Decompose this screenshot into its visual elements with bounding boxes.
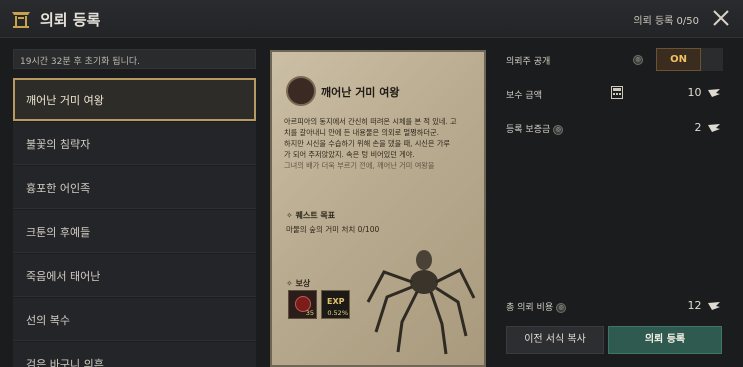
scroll-description: 아르피아의 동지에서 간신히 떠려온 시체를 본 적 있네. 고 치를 갈아내니…: [284, 116, 474, 171]
reward-exp-percent: 0.52%: [327, 309, 348, 317]
list-item[interactable]: 불꽃의 침략자: [13, 122, 256, 165]
register-request-button[interactable]: 의뢰 등록: [608, 326, 722, 354]
reset-timer-note: 19시간 32분 후 초기화 됩니다.: [13, 49, 256, 69]
spider-illustration-icon: [366, 250, 476, 355]
settings-panel: 의뢰주 공개 ◎ ON 보수 금액 10 등록 보증금 ◎ 2 총 의뢰 비용 ◎ …: [500, 44, 732, 367]
wing-currency-icon: [708, 89, 720, 97]
description-line: 가 되어 주저앉았지. 속은 텅 비어있던 게야.: [284, 150, 415, 159]
exp-icon: EXP: [327, 297, 345, 306]
deposit-label: 등록 보증금 ◎: [506, 122, 564, 135]
list-item[interactable]: 크툰의 후예들: [13, 210, 256, 253]
description-line: 하지만 시신을 수습하기 위해 손을 댔을 때, 시신은 가루: [284, 139, 451, 148]
coin-icon: ◎: [556, 302, 567, 313]
calculator-icon[interactable]: [611, 86, 623, 99]
quest-objective-heading: ✧ 퀘스트 목표: [286, 211, 336, 220]
reward-amount-value: 10: [688, 86, 720, 99]
list-item[interactable]: 선의 복수: [13, 298, 256, 341]
wing-currency-icon: [708, 302, 720, 310]
copy-previous-button[interactable]: 이전 서식 복사: [506, 326, 604, 354]
public-toggle[interactable]: ON: [656, 48, 723, 71]
coin-icon: ◎: [633, 55, 643, 65]
request-count: 의뢰 등록 0/50: [633, 16, 699, 27]
reward-item-exp[interactable]: EXP 0.52%: [321, 290, 350, 319]
scroll-title: 깨어난 거미 여왕: [321, 86, 400, 99]
description-line: 그녀의 배가 더욱 부르기 전에, 깨어난 거미 여왕을: [284, 161, 435, 170]
request-list: 깨어난 거미 여왕 불꽃의 침략자 흉포한 어인족 크툰의 후예들 죽음에서 태…: [13, 78, 258, 367]
description-line: 치를 갈아내니 안에 든 내용물은 의외로 멀쩡하더군.: [284, 128, 439, 137]
header: 의뢰 등록 의뢰 등록 0/50: [0, 0, 743, 38]
wing-currency-icon: [708, 124, 720, 132]
pavilion-icon: [12, 12, 30, 28]
toggle-on: ON: [656, 48, 701, 71]
reward-quantity: 35: [305, 309, 314, 317]
list-item[interactable]: 검은 바구니 의흔: [13, 342, 256, 367]
deposit-value: 2: [695, 121, 720, 134]
public-label: 의뢰주 공개: [506, 57, 551, 67]
reward-item-gem[interactable]: 35: [288, 290, 317, 319]
close-icon[interactable]: [711, 8, 731, 28]
total-cost-label: 총 의뢰 비용 ◎: [506, 300, 567, 313]
list-item[interactable]: 죽음에서 태어난: [13, 254, 256, 297]
total-cost-value: 12: [688, 299, 720, 312]
request-scroll: 깨어난 거미 여왕 아르피아의 동지에서 간신히 떠려온 시체를 본 적 있네.…: [270, 50, 486, 367]
reward-heading: ✧ 보상: [286, 279, 311, 288]
reward-amount-label: 보수 금액: [506, 91, 542, 101]
list-item[interactable]: 깨어난 거미 여왕: [13, 78, 256, 121]
page-title: 의뢰 등록: [40, 11, 101, 29]
spider-emblem-icon: [286, 76, 316, 106]
coin-icon: ◎: [553, 124, 564, 135]
list-item[interactable]: 흉포한 어인족: [13, 166, 256, 209]
description-line: 아르피아의 동지에서 간신히 떠려온 시체를 본 적 있네. 고: [284, 117, 457, 126]
